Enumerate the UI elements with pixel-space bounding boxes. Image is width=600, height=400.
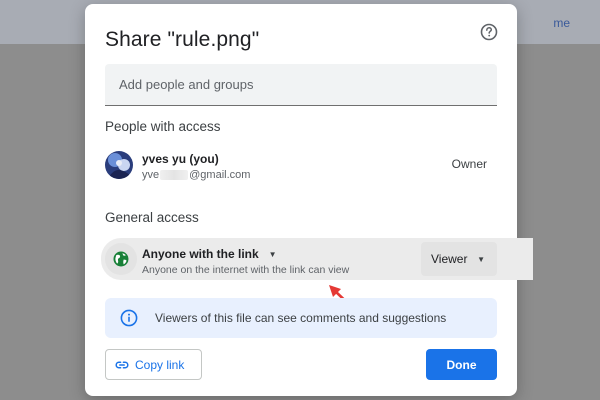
general-access-row: Anyone with the link ▼ Anyone on the int… xyxy=(101,238,533,280)
globe-icon-wrap xyxy=(105,243,137,275)
link-icon xyxy=(115,360,129,369)
done-label: Done xyxy=(446,357,477,372)
info-icon xyxy=(120,309,138,327)
role-dropdown-label: Viewer xyxy=(431,252,468,266)
globe-icon xyxy=(113,251,129,267)
user-email-prefix: yve xyxy=(142,169,160,181)
chevron-down-icon: ▼ xyxy=(268,249,277,259)
email-redaction xyxy=(160,170,189,181)
user-email-suffix: @gmail.com xyxy=(189,169,251,181)
user-name: yves yu (you) xyxy=(142,152,219,166)
access-description: Anyone on the internet with the link can… xyxy=(142,264,350,276)
share-dialog: Share "rule.png" People with access yves… xyxy=(85,4,533,396)
chevron-down-icon: ▼ xyxy=(477,254,485,264)
copy-link-label: Copy link xyxy=(135,357,185,372)
avatar xyxy=(105,151,133,179)
general-access-label: General access xyxy=(105,210,199,225)
role-dropdown[interactable]: Viewer ▼ xyxy=(421,242,497,276)
user-email: yve @gmail.com xyxy=(142,169,250,181)
copy-link-button[interactable]: Copy link xyxy=(105,349,202,380)
access-setting-dropdown[interactable]: Anyone with the link ▼ xyxy=(142,247,277,261)
dialog-title: Share "rule.png" xyxy=(105,28,260,51)
info-banner-text: Viewers of this file can see comments an… xyxy=(155,311,447,325)
owner-role-label: Owner xyxy=(451,157,487,171)
help-circle-icon[interactable] xyxy=(479,22,499,42)
people-with-access-label: People with access xyxy=(105,119,221,134)
add-people-input[interactable] xyxy=(105,64,497,106)
background-header-text: me xyxy=(553,16,570,30)
info-banner: Viewers of this file can see comments an… xyxy=(105,298,497,338)
access-setting-label: Anyone with the link xyxy=(142,247,259,261)
done-button[interactable]: Done xyxy=(426,349,497,380)
